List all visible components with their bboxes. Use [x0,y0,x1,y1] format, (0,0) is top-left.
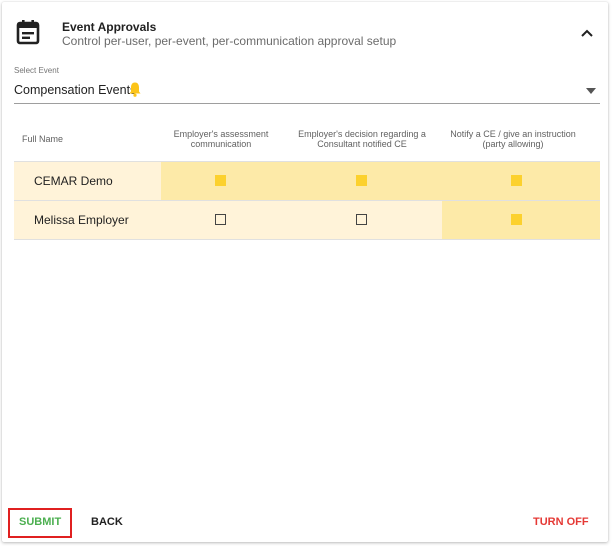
event-approvals-card: Event Approvals Control per-user, per-ev… [2,2,608,542]
row-divider [14,239,600,240]
turn-off-button[interactable]: TURN OFF [533,516,589,528]
calendar-icon [16,20,40,45]
decision-checkbox[interactable] [356,175,367,186]
column-header-assessment: Employer's assessment communication [173,129,269,149]
column-header-decision: Employer's decision regarding a Consulta… [298,129,426,149]
select-event-label: Select Event [14,66,59,75]
user-name: Melissa Employer [34,213,129,227]
page-title: Event Approvals [62,20,157,34]
name-cell: CEMAR Demo [14,162,161,200]
user-name: CEMAR Demo [34,174,113,188]
dropdown-arrow-icon[interactable] [586,88,596,94]
back-button[interactable]: BACK [91,516,123,528]
select-event-value[interactable]: Compensation Events [14,83,136,97]
table-row: CEMAR Demo [14,162,600,200]
select-underline [14,103,600,104]
table-row: Melissa Employer [14,201,600,239]
column-header-notify: Notify a CE / give an instruction (party… [450,129,576,149]
submit-button[interactable]: SUBMIT [19,516,61,528]
notify-checkbox[interactable] [511,175,522,186]
assessment-checkbox[interactable] [215,214,226,225]
page-subtitle: Control per-user, per-event, per-communi… [62,34,397,48]
assessment-checkbox[interactable] [215,175,226,186]
notify-checkbox[interactable] [511,214,522,225]
bell-icon [129,82,141,97]
notify-cell [442,162,600,200]
decision-cell [300,201,442,239]
assessment-cell [161,162,300,200]
decision-cell [300,162,442,200]
name-cell: Melissa Employer [14,201,161,239]
column-header-full-name: Full Name [22,134,64,144]
notify-cell [442,201,600,239]
chevron-up-icon[interactable] [580,28,594,38]
card-header: Event Approvals Control per-user, per-ev… [2,2,608,60]
decision-checkbox[interactable] [356,214,367,225]
assessment-cell [161,201,300,239]
